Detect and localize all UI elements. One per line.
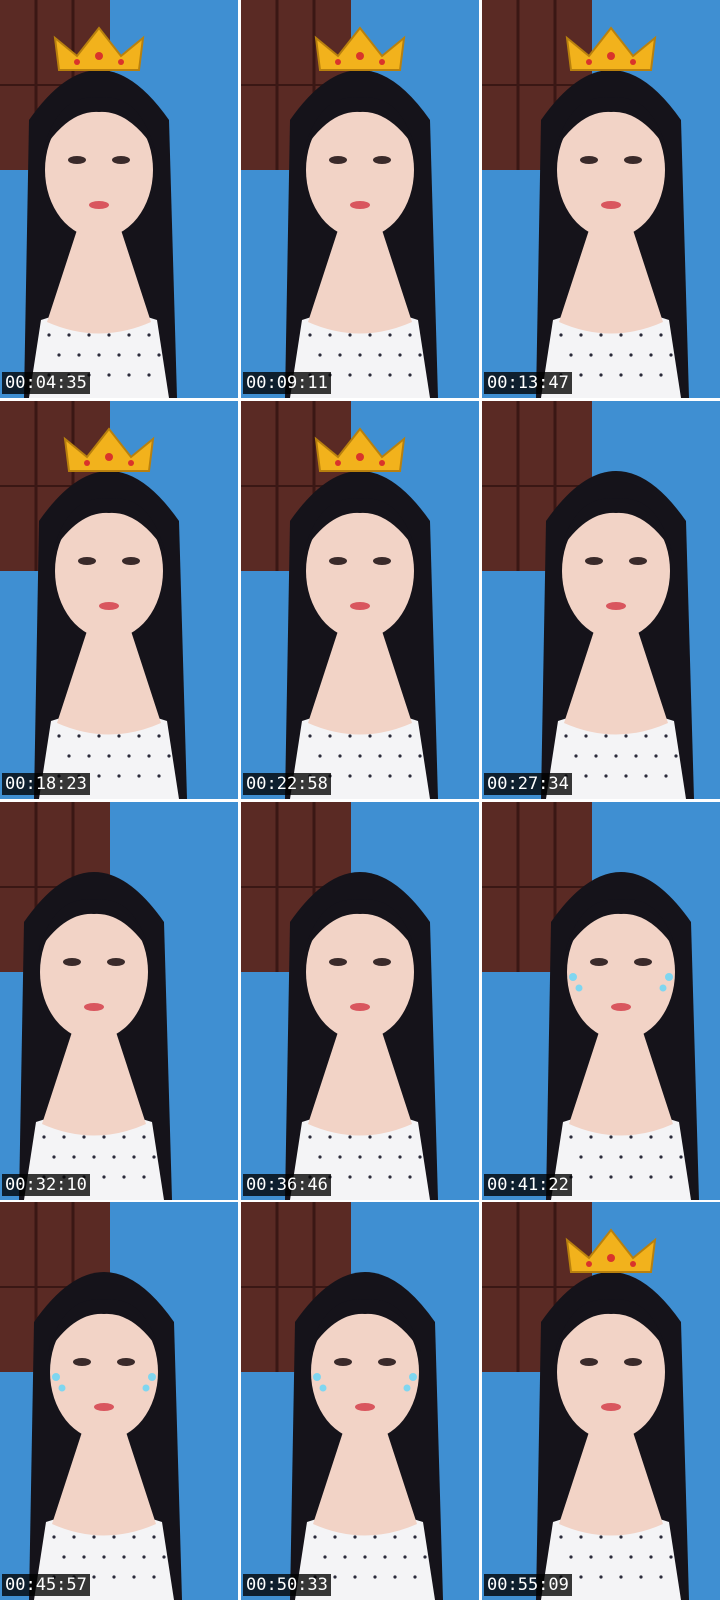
timestamp-label: 00:36:46 <box>243 1174 331 1196</box>
frame-scene <box>482 0 720 398</box>
frame-scene <box>0 802 238 1200</box>
frame-scene <box>482 802 720 1200</box>
timestamp-label: 00:27:34 <box>484 773 572 795</box>
video-frame: 00:04:35 <box>0 0 238 398</box>
thumbnail-grid: 00:04:35 00:09:11 00:13:47 00:18:23 00:2… <box>0 0 720 1600</box>
video-frame: 00:18:23 <box>0 401 238 799</box>
frame-scene <box>0 401 238 799</box>
timestamp-label: 00:09:11 <box>243 372 331 394</box>
video-frame: 00:22:58 <box>241 401 479 799</box>
frame-scene <box>241 0 479 398</box>
video-frame: 00:32:10 <box>0 802 238 1200</box>
frame-scene <box>241 802 479 1200</box>
person <box>536 70 689 398</box>
person <box>29 1272 182 1600</box>
person <box>24 70 177 398</box>
person <box>285 70 438 398</box>
timestamp-label: 00:13:47 <box>484 372 572 394</box>
timestamp-label: 00:32:10 <box>2 1174 90 1196</box>
video-frame: 00:27:34 <box>482 401 720 799</box>
frame-scene <box>482 401 720 799</box>
person <box>285 471 438 799</box>
frame-scene <box>241 1202 479 1600</box>
timestamp-label: 00:18:23 <box>2 773 90 795</box>
video-frame: 00:55:09 <box>482 1202 720 1600</box>
timestamp-label: 00:45:57 <box>2 1574 90 1596</box>
frame-scene <box>482 1202 720 1600</box>
person <box>34 471 187 799</box>
person <box>546 872 699 1200</box>
timestamp-label: 00:41:22 <box>484 1174 572 1196</box>
timestamp-label: 00:22:58 <box>243 773 331 795</box>
video-frame: 00:13:47 <box>482 0 720 398</box>
video-frame: 00:41:22 <box>482 802 720 1200</box>
timestamp-label: 00:50:33 <box>243 1574 331 1596</box>
video-frame: 00:36:46 <box>241 802 479 1200</box>
person <box>290 1272 443 1600</box>
person <box>19 872 172 1200</box>
video-frame: 00:50:33 <box>241 1202 479 1600</box>
timestamp-label: 00:55:09 <box>484 1574 572 1596</box>
video-frame: 00:45:57 <box>0 1202 238 1600</box>
person <box>536 1272 689 1600</box>
frame-scene <box>241 401 479 799</box>
timestamp-label: 00:04:35 <box>2 372 90 394</box>
person <box>285 872 438 1200</box>
frame-scene <box>0 1202 238 1600</box>
video-frame: 00:09:11 <box>241 0 479 398</box>
person <box>541 471 694 799</box>
frame-scene <box>0 0 238 398</box>
